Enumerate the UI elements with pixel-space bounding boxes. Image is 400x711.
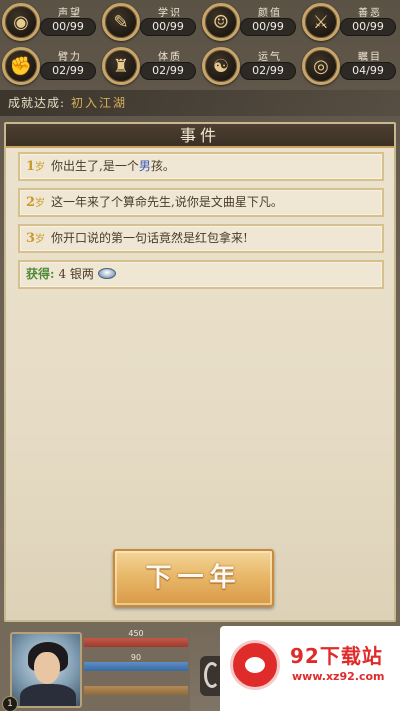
- luck-icon: ☯: [202, 47, 240, 85]
- event-age: 3: [26, 231, 36, 246]
- reward-text: 4 银两: [58, 267, 94, 281]
- eye-icon: ◎: [302, 47, 340, 85]
- stat-value: 02/99: [140, 62, 196, 80]
- achievement-label: 成就达成:: [8, 96, 66, 110]
- stat-label: 运气: [258, 52, 282, 63]
- event-age: 2: [26, 195, 36, 210]
- body-icon: ♜: [102, 47, 140, 85]
- achievement-bar: 成就达成: 初入江湖: [0, 90, 400, 116]
- event-text: 这一年来了个算命先生,说你是文曲星下凡。: [51, 195, 283, 209]
- stat-value: 00/99: [140, 18, 196, 36]
- level-badge: 1: [2, 696, 18, 711]
- health-value: 450: [128, 629, 144, 638]
- health-bar: 450: [84, 629, 188, 647]
- event-text-end: 孩。: [150, 159, 175, 173]
- experience-bar: [84, 686, 188, 695]
- mana-value: 90: [130, 653, 142, 662]
- fist-icon: ✊: [2, 47, 40, 85]
- event-age-suffix: 岁: [35, 234, 46, 245]
- stat-label: 瞩目: [358, 52, 382, 63]
- stat-label: 体质: [158, 52, 182, 63]
- stat-1[interactable]: ✎ 学识 00/99: [100, 0, 200, 44]
- mana-fill: [84, 662, 188, 671]
- stat-value: 00/99: [40, 18, 96, 36]
- event-text: 你出生了,是一个: [51, 159, 139, 173]
- event-age-suffix: 岁: [35, 162, 46, 173]
- stat-label: 臂力: [58, 52, 82, 63]
- event-item: 3岁 你开口说的第一句话竟然是红包拿来!: [18, 224, 384, 253]
- achievement-value: 初入江湖: [71, 96, 128, 110]
- stat-label: 声望: [58, 8, 82, 19]
- stat-value: 02/99: [240, 62, 296, 80]
- stat-label: 善恶: [358, 8, 382, 19]
- panel-title: 事件: [6, 124, 394, 148]
- menu-ring-icon: [204, 662, 220, 688]
- event-text: 你开口说的第一句话竟然是红包拿来!: [51, 231, 248, 245]
- event-item: 2岁 这一年来了个算命先生,说你是文曲星下凡。: [18, 188, 384, 217]
- stat-4[interactable]: ✊ 臂力 02/99: [0, 44, 100, 88]
- stat-value: 04/99: [340, 62, 396, 80]
- avatar-robe: [20, 684, 76, 706]
- stat-7[interactable]: ◎ 瞩目 04/99: [300, 44, 400, 88]
- stat-value: 02/99: [40, 62, 96, 80]
- avatar-face: [34, 652, 60, 684]
- book-icon: ✎: [102, 3, 140, 41]
- event-panel: 事件 1岁 你出生了,是一个男孩。 2岁 这一年来了个算命先生,说你是文曲星下凡。 …: [4, 122, 396, 622]
- mana-bar: 90: [84, 653, 188, 671]
- reputation-icon: ◉: [2, 3, 40, 41]
- next-year-button[interactable]: 下一年: [113, 549, 274, 607]
- player-bar: 1 450 90 92下载站 www.xz92.com: [0, 626, 400, 711]
- watermark-logo-icon: [230, 640, 280, 690]
- stat-6[interactable]: ☯ 运气 02/99: [200, 44, 300, 88]
- watermark-url: www.xz92.com: [292, 670, 385, 683]
- crossed-swords-icon: ⚔: [302, 3, 340, 41]
- stat-value: 00/99: [340, 18, 396, 36]
- stat-label: 学识: [158, 8, 182, 19]
- reward-label: 获得:: [26, 267, 55, 281]
- silver-coin-icon: [97, 268, 116, 279]
- reward-item: 获得: 4 银两: [18, 260, 384, 289]
- event-list: 1岁 你出生了,是一个男孩。 2岁 这一年来了个算命先生,说你是文曲星下凡。 3岁你…: [18, 152, 384, 296]
- event-age: 1: [26, 159, 36, 174]
- stat-0[interactable]: ◉ 声望 00/99: [0, 0, 100, 44]
- watermark: 92下载站 www.xz92.com: [220, 626, 400, 711]
- watermark-title: 92下载站: [290, 644, 383, 668]
- stat-label: 颜值: [258, 8, 282, 19]
- event-item: 1岁 你出生了,是一个男孩。: [18, 152, 384, 181]
- event-age-suffix: 岁: [35, 198, 46, 209]
- stat-value: 00/99: [240, 18, 296, 36]
- health-fill: [84, 638, 188, 647]
- experience-fill: [84, 686, 188, 695]
- event-highlight: 男: [138, 159, 151, 173]
- face-icon: ☺: [202, 3, 240, 41]
- avatar[interactable]: [10, 632, 82, 708]
- stat-2[interactable]: ☺ 颜值 00/99: [200, 0, 300, 44]
- stat-3[interactable]: ⚔ 善恶 00/99: [300, 0, 400, 44]
- stat-5[interactable]: ♜ 体质 02/99: [100, 44, 200, 88]
- stats-grid: ◉ 声望 00/99 ✎ 学识 00/99 ☺ 颜值 00/99 ⚔ 善恶 00/99 ✊ 臂力 02/99…: [0, 0, 400, 88]
